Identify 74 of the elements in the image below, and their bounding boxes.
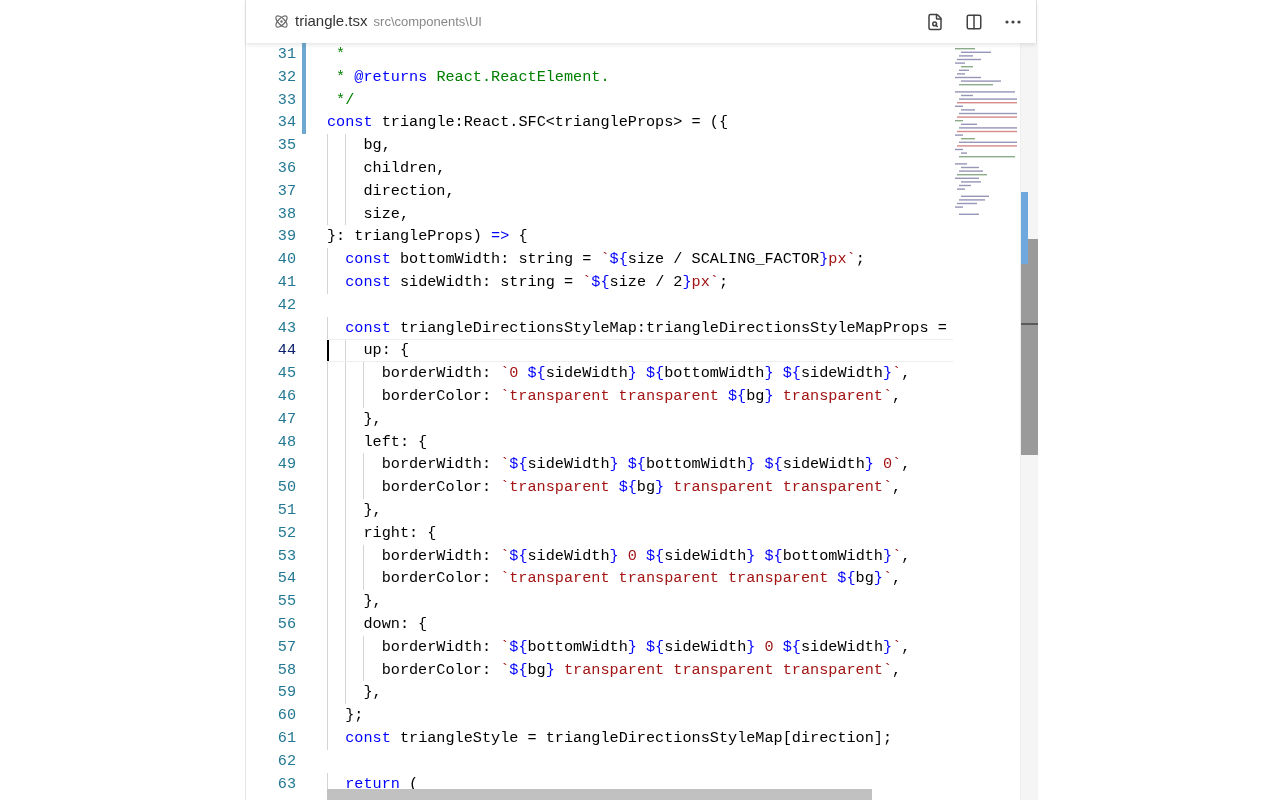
- line-number: 45: [276, 363, 296, 385]
- code-line: const triangle:React.SFC<triangleProps> = ({: [327, 112, 729, 134]
- code-line: down: {: [327, 612, 428, 636]
- code-line: },: [327, 407, 382, 431]
- line-number: 40: [276, 249, 296, 271]
- line-number: 38: [276, 203, 296, 225]
- line-number: 39: [276, 226, 296, 248]
- code-line: };: [327, 704, 364, 727]
- code-line: size,: [327, 202, 409, 226]
- line-number: 62: [276, 750, 296, 772]
- scrollbar-thumb[interactable]: [1021, 239, 1038, 455]
- code-line: },: [327, 498, 382, 522]
- code-line: const bottomWidth: string = `${size / SCALING_FACTOR}px`;: [327, 248, 865, 271]
- code-line: },: [327, 681, 382, 705]
- line-number: 58: [276, 659, 296, 681]
- line-number: 33: [276, 89, 296, 111]
- line-number: 48: [276, 431, 296, 453]
- code-line: children,: [327, 157, 446, 180]
- columns-icon: [965, 12, 983, 31]
- more-icon: [1005, 19, 1021, 24]
- code-line: borderWidth: `${sideWidth} ${bottomWidth} ${sideWidth} 0`,: [327, 453, 911, 477]
- code-line: *: [335, 44, 346, 65]
- code-line: up: {: [327, 340, 409, 362]
- line-number: 59: [276, 682, 296, 704]
- line-number: 49: [276, 454, 296, 476]
- horizontal-scrollbar-thumb[interactable]: [327, 789, 872, 800]
- code-line: borderColor: `${bg} transparent transparent transparent`,: [327, 658, 902, 682]
- code-line: borderColor: `transparent ${bg} transparent transparent`,: [327, 476, 902, 499]
- line-number: 53: [276, 545, 296, 567]
- code-line: borderWidth: `0 ${sideWidth} ${bottomWidth} ${sideWidth}`,: [327, 362, 911, 385]
- code-line: left: {: [327, 430, 428, 454]
- line-number: 34: [276, 112, 296, 134]
- line-number: 54: [276, 568, 296, 590]
- line-number: 56: [276, 613, 296, 635]
- line-number: 55: [276, 591, 296, 613]
- line-number: 42: [276, 294, 296, 316]
- text-cursor: [327, 340, 329, 362]
- line-number: 51: [276, 499, 296, 521]
- code-line: },: [327, 590, 382, 613]
- code-line: }: triangleProps) => {: [327, 226, 528, 248]
- line-number: 32: [276, 66, 296, 88]
- code-line: borderColor: `transparent transparent ${bg} transparent`,: [327, 384, 902, 408]
- editor-tab[interactable]: triangle.tsx src\components\UI: [274, 10, 482, 33]
- vertical-scrollbar[interactable]: [1021, 43, 1038, 800]
- react-icon: [274, 14, 289, 29]
- cursor-position-marker: [1021, 323, 1038, 325]
- code-line: borderColor: `transparent transparent transparent ${bg}`,: [327, 567, 902, 591]
- code-line: borderWidth: `${sideWidth} 0 ${sideWidth} ${bottomWidth}`,: [327, 544, 911, 568]
- line-number: 36: [276, 158, 296, 179]
- code-line: bg,: [327, 134, 391, 157]
- line-number: 57: [276, 636, 296, 658]
- line-number: 35: [276, 135, 296, 157]
- change-marker: [1021, 192, 1028, 264]
- line-number: 37: [276, 180, 296, 202]
- line-number: 41: [276, 271, 296, 293]
- line-number: 47: [276, 408, 296, 430]
- line-number: 43: [276, 317, 296, 339]
- code-line: const triangleDirectionsStyleMap:triangleDirectionsStyleMapProps =: [327, 316, 947, 340]
- code-line: right: {: [327, 521, 437, 545]
- line-number: 31: [276, 44, 296, 65]
- line-number: 46: [276, 385, 296, 407]
- code-line: const sideWidth: string = `${size / 2}px`;: [327, 270, 729, 294]
- line-number: 44: [276, 340, 296, 362]
- code-line: direction,: [327, 179, 455, 203]
- line-number: 60: [276, 705, 296, 727]
- file-search-icon: [926, 12, 944, 31]
- line-number: 52: [276, 522, 296, 544]
- code-line: const triangleStyle = triangleDirectionsStyleMap[direction];: [327, 726, 893, 750]
- code-line: borderWidth: `${bottomWidth} ${sideWidth} 0 ${sideWidth}`,: [327, 635, 911, 659]
- code-line: */: [335, 89, 355, 111]
- line-number: 61: [276, 727, 296, 749]
- code-line: * @returns React.ReactElement.: [335, 66, 610, 88]
- line-number: 63: [276, 773, 296, 795]
- line-number: 50: [276, 477, 296, 499]
